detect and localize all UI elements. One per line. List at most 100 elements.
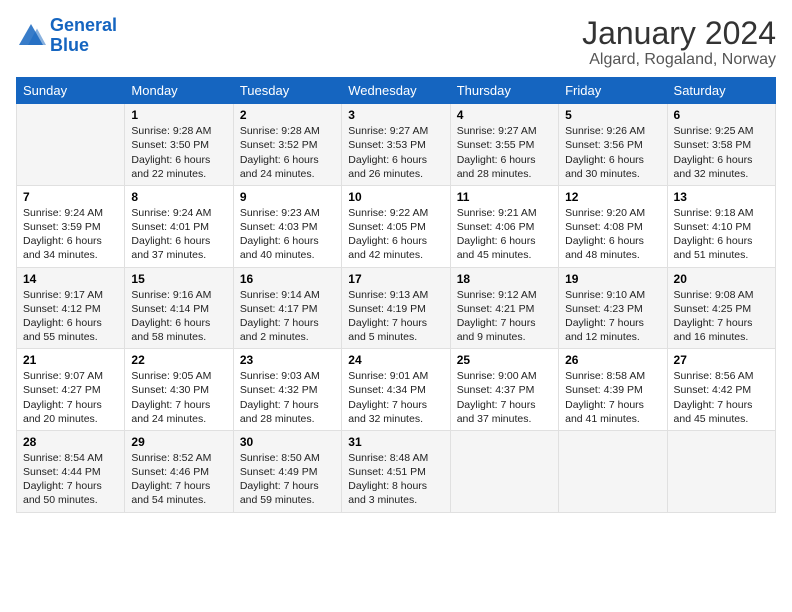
day-number: 9 [240,190,335,204]
calendar-cell [450,430,558,512]
calendar-cell: 13 Sunrise: 9:18 AMSunset: 4:10 PMDayligh… [667,185,775,267]
day-number: 10 [348,190,443,204]
subtitle: Algard, Rogaland, Norway [582,51,776,69]
weekday-sunday: Sunday [17,78,125,104]
day-number: 31 [348,435,443,449]
day-number: 28 [23,435,118,449]
day-info: Sunrise: 9:17 AMSunset: 4:12 PMDaylight:… [23,289,103,344]
calendar-cell [17,104,125,186]
day-number: 5 [565,108,660,122]
day-info: Sunrise: 9:01 AMSunset: 4:34 PMDaylight:… [348,370,428,425]
day-number: 3 [348,108,443,122]
day-number: 7 [23,190,118,204]
calendar-cell: 12 Sunrise: 9:20 AMSunset: 4:08 PMDayligh… [559,185,667,267]
weekday-header-row: SundayMondayTuesdayWednesdayThursdayFrid… [17,78,776,104]
day-info: Sunrise: 9:08 AMSunset: 4:25 PMDaylight:… [674,289,754,344]
day-info: Sunrise: 9:12 AMSunset: 4:21 PMDaylight:… [457,289,537,344]
day-number: 15 [131,272,226,286]
calendar-cell: 18Sunrise: 9:12 AMSunset: 4:21 PMDayligh… [450,267,558,349]
day-info: Sunrise: 8:54 AMSunset: 4:44 PMDaylight:… [23,452,103,507]
day-number: 1 [131,108,226,122]
weekday-thursday: Thursday [450,78,558,104]
calendar-cell: 6 Sunrise: 9:25 AMSunset: 3:58 PMDaylight… [667,104,775,186]
calendar-cell: 8Sunrise: 9:24 AMSunset: 4:01 PMDaylight… [125,185,233,267]
day-info: Sunrise: 9:16 AMSunset: 4:14 PMDaylight:… [131,289,211,344]
weekday-friday: Friday [559,78,667,104]
week-row-3: 21 Sunrise: 9:07 AMSunset: 4:27 PMDayligh… [17,349,776,431]
day-number: 25 [457,353,552,367]
day-info: Sunrise: 9:18 AMSunset: 4:10 PMDaylight:… [674,207,754,262]
calendar-cell: 19 Sunrise: 9:10 AMSunset: 4:23 PMDayligh… [559,267,667,349]
day-number: 29 [131,435,226,449]
day-info: Sunrise: 8:56 AMSunset: 4:42 PMDaylight:… [674,370,754,425]
day-number: 26 [565,353,660,367]
calendar-cell: 14 Sunrise: 9:17 AMSunset: 4:12 PMDayligh… [17,267,125,349]
day-info: Sunrise: 9:24 AMSunset: 3:59 PMDaylight:… [23,207,103,262]
week-row-1: 7 Sunrise: 9:24 AMSunset: 3:59 PMDaylight… [17,185,776,267]
day-number: 12 [565,190,660,204]
calendar-cell: 17 Sunrise: 9:13 AMSunset: 4:19 PMDayligh… [342,267,450,349]
calendar-cell: 4Sunrise: 9:27 AMSunset: 3:55 PMDaylight… [450,104,558,186]
day-info: Sunrise: 9:13 AMSunset: 4:19 PMDaylight:… [348,289,428,344]
page: General Blue January 2024 Algard, Rogala… [0,0,792,612]
calendar-cell: 25Sunrise: 9:00 AMSunset: 4:37 PMDayligh… [450,349,558,431]
day-info: Sunrise: 8:50 AMSunset: 4:49 PMDaylight:… [240,452,320,507]
day-number: 20 [674,272,769,286]
calendar-cell: 15 Sunrise: 9:16 AMSunset: 4:14 PMDayligh… [125,267,233,349]
day-info: Sunrise: 9:22 AMSunset: 4:05 PMDaylight:… [348,207,428,262]
logo-blue: Blue [50,35,89,55]
day-info: Sunrise: 9:21 AMSunset: 4:06 PMDaylight:… [457,207,537,262]
day-info: Sunrise: 9:07 AMSunset: 4:27 PMDaylight:… [23,370,103,425]
day-info: Sunrise: 9:20 AMSunset: 4:08 PMDaylight:… [565,207,645,262]
calendar-cell: 1Sunrise: 9:28 AMSunset: 3:50 PMDaylight… [125,104,233,186]
day-info: Sunrise: 9:05 AMSunset: 4:30 PMDaylight:… [131,370,211,425]
day-number: 14 [23,272,118,286]
day-number: 13 [674,190,769,204]
logo-icon [16,21,46,51]
day-number: 11 [457,190,552,204]
day-info: Sunrise: 9:14 AMSunset: 4:17 PMDaylight:… [240,289,320,344]
day-info: Sunrise: 8:48 AMSunset: 4:51 PMDaylight:… [348,452,428,507]
week-row-4: 28 Sunrise: 8:54 AMSunset: 4:44 PMDayligh… [17,430,776,512]
day-number: 2 [240,108,335,122]
day-number: 19 [565,272,660,286]
calendar-cell: 10 Sunrise: 9:22 AMSunset: 4:05 PMDayligh… [342,185,450,267]
day-number: 22 [131,353,226,367]
calendar-cell: 31 Sunrise: 8:48 AMSunset: 4:51 PMDayligh… [342,430,450,512]
day-info: Sunrise: 9:27 AMSunset: 3:53 PMDaylight:… [348,125,428,180]
day-number: 4 [457,108,552,122]
calendar-cell: 5 Sunrise: 9:26 AMSunset: 3:56 PMDaylight… [559,104,667,186]
calendar-cell: 29 Sunrise: 8:52 AMSunset: 4:46 PMDayligh… [125,430,233,512]
week-row-2: 14 Sunrise: 9:17 AMSunset: 4:12 PMDayligh… [17,267,776,349]
day-number: 27 [674,353,769,367]
logo: General Blue [16,16,117,56]
weekday-monday: Monday [125,78,233,104]
day-number: 21 [23,353,118,367]
calendar-cell [667,430,775,512]
weekday-saturday: Saturday [667,78,775,104]
calendar-cell: 30 Sunrise: 8:50 AMSunset: 4:49 PMDayligh… [233,430,341,512]
week-row-0: 1Sunrise: 9:28 AMSunset: 3:50 PMDaylight… [17,104,776,186]
day-info: Sunrise: 8:58 AMSunset: 4:39 PMDaylight:… [565,370,645,425]
calendar-cell [559,430,667,512]
title-block: January 2024 Algard, Rogaland, Norway [582,16,776,69]
logo-general: General [50,15,117,35]
calendar-cell: 9Sunrise: 9:23 AMSunset: 4:03 PMDaylight… [233,185,341,267]
logo-text: General Blue [50,16,117,56]
day-info: Sunrise: 9:26 AMSunset: 3:56 PMDaylight:… [565,125,645,180]
calendar-cell: 24 Sunrise: 9:01 AMSunset: 4:34 PMDayligh… [342,349,450,431]
day-info: Sunrise: 9:10 AMSunset: 4:23 PMDaylight:… [565,289,645,344]
day-info: Sunrise: 9:25 AMSunset: 3:58 PMDaylight:… [674,125,754,180]
day-number: 6 [674,108,769,122]
calendar-cell: 3 Sunrise: 9:27 AMSunset: 3:53 PMDaylight… [342,104,450,186]
calendar-cell: 27 Sunrise: 8:56 AMSunset: 4:42 PMDayligh… [667,349,775,431]
weekday-wednesday: Wednesday [342,78,450,104]
day-number: 24 [348,353,443,367]
day-number: 16 [240,272,335,286]
day-number: 30 [240,435,335,449]
day-number: 23 [240,353,335,367]
day-info: Sunrise: 8:52 AMSunset: 4:46 PMDaylight:… [131,452,211,507]
weekday-tuesday: Tuesday [233,78,341,104]
day-info: Sunrise: 9:28 AMSunset: 3:52 PMDaylight:… [240,125,320,180]
day-number: 17 [348,272,443,286]
